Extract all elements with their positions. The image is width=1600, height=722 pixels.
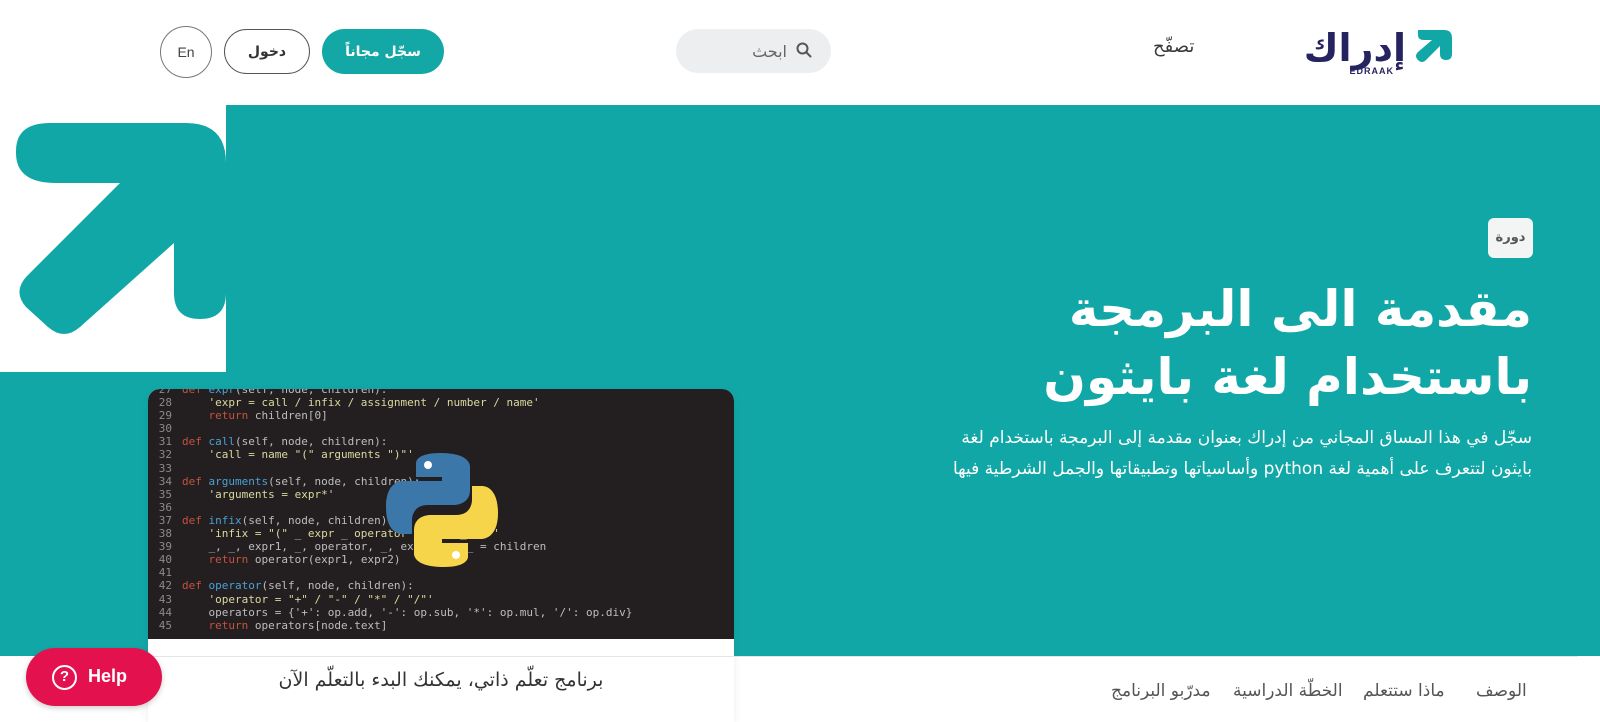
code-token: (self, node, children): bbox=[235, 435, 388, 449]
code-token: expr bbox=[208, 389, 236, 396]
code-token: return bbox=[182, 618, 255, 632]
code-line-number: 41 bbox=[158, 566, 172, 580]
code-token: arguments bbox=[208, 474, 269, 488]
help-label: Help bbox=[88, 666, 128, 686]
course-type-badge: دورة bbox=[1488, 218, 1533, 258]
code-token: operator bbox=[208, 579, 262, 593]
code-line-number: 36 bbox=[158, 500, 172, 514]
code-line: 43 'operator = "+" / "-" / "*" / "/"' bbox=[148, 593, 734, 606]
search-bar[interactable] bbox=[676, 29, 831, 73]
tab-description[interactable]: الوصف bbox=[1476, 681, 1527, 701]
code-line-number: 45 bbox=[158, 618, 172, 632]
logo-arrow-icon bbox=[1416, 30, 1452, 62]
code-token: return bbox=[182, 409, 255, 423]
code-token: 'arguments = expr*' bbox=[182, 487, 335, 501]
code-line: 45 return operators[node.text] bbox=[148, 619, 734, 632]
course-title-line-1: مقدمة الى البرمجة bbox=[1068, 280, 1532, 338]
tab-instructors[interactable]: مدرّبو البرنامج bbox=[1111, 681, 1211, 701]
help-button[interactable]: ? Help bbox=[26, 648, 162, 706]
code-line-number: 37 bbox=[158, 513, 172, 527]
login-button[interactable]: دخول bbox=[224, 29, 310, 74]
edraak-arrow-icon bbox=[16, 123, 226, 334]
code-token: return bbox=[182, 553, 255, 567]
code-token: 'call = name "(" arguments ")"' bbox=[182, 448, 414, 462]
language-toggle-button[interactable]: En bbox=[160, 26, 212, 78]
course-tabs: الوصف ماذا ستتعلم الخطّة الدراسية مدرّبو… bbox=[58, 656, 1578, 722]
help-question-icon: ? bbox=[52, 665, 77, 690]
code-line: 30 bbox=[148, 422, 734, 435]
tab-what-you-learn[interactable]: ماذا ستتعلم bbox=[1363, 681, 1445, 701]
code-line-number: 39 bbox=[158, 540, 172, 554]
code-token: def bbox=[182, 389, 209, 396]
code-token: def bbox=[182, 435, 209, 449]
search-input[interactable] bbox=[687, 29, 787, 73]
code-token: def bbox=[182, 579, 209, 593]
code-line: 44 operators = {'+': op.add, '-': op.sub… bbox=[148, 606, 734, 619]
code-token: (self, node, children): bbox=[261, 579, 414, 593]
code-token: children[0] bbox=[254, 409, 328, 423]
code-line-number: 34 bbox=[158, 474, 172, 488]
code-line-number: 32 bbox=[158, 448, 172, 462]
edraak-logo[interactable]: إدراك EDRAAK bbox=[1294, 26, 1454, 76]
code-token: call bbox=[208, 435, 236, 449]
code-token: operator(expr1, expr2) bbox=[254, 553, 401, 567]
code-line: 42 def operator(self, node, children): bbox=[148, 579, 734, 592]
course-logo-image bbox=[0, 105, 226, 372]
code-line-number: 40 bbox=[158, 553, 172, 567]
code-token: def bbox=[182, 474, 209, 488]
site-header: إدراك EDRAAK تصفّح سجّل مجاناً دخول En bbox=[0, 0, 1600, 105]
code-line: 29 return children[0] bbox=[148, 409, 734, 422]
logo-subtext: EDRAAK bbox=[1349, 66, 1394, 76]
course-title-line-2: باستخدام لغة بايثون bbox=[1043, 348, 1532, 406]
course-title: مقدمة الى البرمجة باستخدام لغة بايثون bbox=[972, 275, 1532, 411]
code-line-number: 33 bbox=[158, 461, 172, 475]
code-line-number: 43 bbox=[158, 592, 172, 606]
code-token: infix bbox=[208, 513, 242, 527]
code-line: 27 def expr(self, node, children): bbox=[148, 389, 734, 396]
course-description: سجّل في هذا المساق المجاني من إدراك بعنو… bbox=[952, 428, 1532, 479]
code-token: (self, node, children): bbox=[241, 513, 394, 527]
nav-browse-link[interactable]: تصفّح bbox=[1153, 36, 1194, 57]
logo-text: إدراك bbox=[1303, 26, 1406, 70]
code-token: 'expr = call / infix / assignment / numb… bbox=[182, 396, 540, 410]
code-line-number: 35 bbox=[158, 487, 172, 501]
code-line: 28 'expr = call / infix / assignment / n… bbox=[148, 396, 734, 409]
code-line-number: 28 bbox=[158, 396, 172, 410]
code-line-number: 44 bbox=[158, 605, 172, 619]
code-line-number: 29 bbox=[158, 409, 172, 423]
code-token: operators = {'+': op.add, '-': op.sub, '… bbox=[182, 605, 633, 619]
code-line-number: 30 bbox=[158, 422, 172, 436]
python-logo-icon bbox=[386, 453, 498, 567]
code-token: (self, node, children): bbox=[235, 389, 388, 396]
code-token: def bbox=[182, 513, 209, 527]
code-line-number: 31 bbox=[158, 435, 172, 449]
code-line-number: 38 bbox=[158, 527, 172, 541]
code-line-number: 27 bbox=[158, 389, 172, 396]
code-token: 'operator = "+" / "-" / "*" / "/"' bbox=[182, 592, 434, 606]
code-line: 31 def call(self, node, children): bbox=[148, 435, 734, 448]
register-free-button[interactable]: سجّل مجاناً bbox=[322, 29, 444, 74]
tab-syllabus[interactable]: الخطّة الدراسية bbox=[1233, 681, 1343, 701]
code-line-number: 42 bbox=[158, 579, 172, 593]
search-icon[interactable] bbox=[795, 41, 813, 59]
code-token: operators[node.text] bbox=[254, 618, 388, 632]
